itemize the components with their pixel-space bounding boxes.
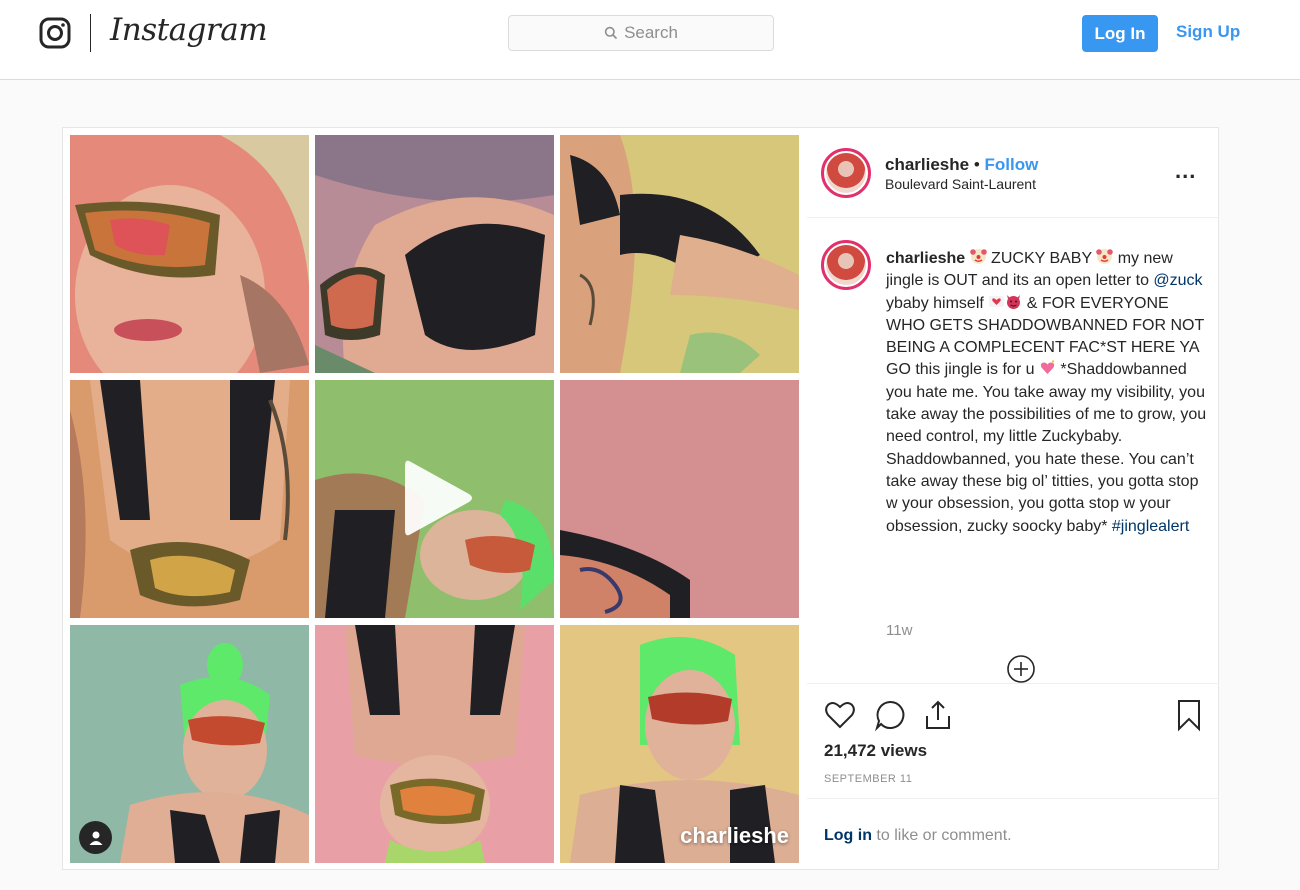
grid-tile-8 bbox=[315, 625, 554, 863]
clown-emoji-icon bbox=[1096, 249, 1114, 264]
login-prompt: Log in to like or comment. bbox=[807, 798, 1219, 869]
user-tag-icon bbox=[89, 831, 102, 845]
avatar[interactable] bbox=[821, 148, 871, 198]
bookmark-icon[interactable] bbox=[1172, 698, 1206, 732]
caption-username[interactable]: charlieshe bbox=[886, 250, 965, 267]
grid-tile-7 bbox=[70, 625, 309, 863]
post-side-panel: charlieshe • Follow Boulevard Saint-Laur… bbox=[807, 128, 1219, 869]
search-icon bbox=[604, 26, 618, 40]
more-icon[interactable]: ... bbox=[1175, 158, 1196, 184]
login-prompt-rest: to like or comment. bbox=[871, 827, 1012, 844]
top-navigation: Instagram Search Log In Sign Up bbox=[0, 0, 1300, 80]
photo-inverted bbox=[315, 625, 554, 863]
photo-face-sunglasses bbox=[70, 135, 309, 373]
mention-link[interactable]: @zuck bbox=[1153, 272, 1202, 289]
post-caption: charlieshe ZUCKY BABY my new jingle is O… bbox=[886, 248, 1211, 538]
photo-pink-wall bbox=[560, 380, 799, 618]
brand-divider bbox=[90, 14, 91, 52]
photo-upside-down bbox=[70, 380, 309, 618]
log-in-button[interactable]: Log In bbox=[1082, 15, 1158, 52]
location-link[interactable]: Boulevard Saint-Laurent bbox=[885, 176, 1036, 192]
author-username-link[interactable]: charlieshe bbox=[885, 155, 969, 174]
search-placeholder: Search bbox=[624, 23, 678, 42]
instagram-logo-icon[interactable] bbox=[38, 16, 72, 50]
comments-area: charlieshe ZUCKY BABY my new jingle is O… bbox=[807, 218, 1219, 683]
post-author: charlieshe • Follow bbox=[885, 155, 1038, 175]
grid-tile-5 bbox=[315, 380, 554, 618]
devil-emoji-icon bbox=[1007, 294, 1021, 309]
clown-emoji-icon bbox=[969, 249, 987, 264]
grid-tile-2 bbox=[315, 135, 554, 373]
follow-button[interactable]: Follow bbox=[985, 155, 1039, 174]
grid-tile-4 bbox=[70, 380, 309, 618]
share-icon[interactable] bbox=[921, 698, 955, 732]
caption-text-5: *Shaddowbanned you hate me. You take awa… bbox=[886, 361, 1207, 535]
separator-dot: • bbox=[969, 155, 985, 174]
login-prompt-text: Log in to like or comment. bbox=[824, 827, 1012, 845]
post-date: SEPTEMBER 11 bbox=[824, 773, 913, 785]
video-watermark: charlieshe bbox=[680, 823, 789, 848]
search-input[interactable]: Search bbox=[508, 15, 774, 51]
hashtag-link[interactable]: #jinglealert bbox=[1112, 518, 1189, 535]
grid-tile-9: charlieshe bbox=[560, 625, 799, 863]
caption-avatar[interactable] bbox=[821, 240, 871, 290]
heart-icon[interactable] bbox=[823, 698, 857, 732]
caption-text-1: ZUCKY BABY bbox=[986, 250, 1097, 267]
grid-tile-1 bbox=[70, 135, 309, 373]
photo-body-tattoos bbox=[560, 135, 799, 373]
grid-tile-6 bbox=[560, 380, 799, 618]
sign-up-link[interactable]: Sign Up bbox=[1176, 22, 1240, 42]
login-link[interactable]: Log in bbox=[824, 827, 872, 844]
load-more-icon[interactable] bbox=[1005, 653, 1037, 685]
caption-text-3: ybaby himself bbox=[886, 294, 989, 312]
instagram-wordmark[interactable]: Instagram bbox=[110, 12, 268, 48]
user-tag-badge[interactable] bbox=[79, 821, 112, 854]
post-actions: 21,472 views SEPTEMBER 11 bbox=[807, 683, 1219, 785]
photo-lying-down bbox=[315, 135, 554, 373]
post-media[interactable]: charlieshe bbox=[70, 135, 800, 863]
sparkle-heart-emoji-icon bbox=[1040, 360, 1055, 375]
grid-tile-3 bbox=[560, 135, 799, 373]
view-count[interactable]: 21,472 views bbox=[824, 741, 927, 761]
comment-icon[interactable] bbox=[873, 698, 907, 732]
heart-emoji-icon bbox=[989, 295, 1005, 307]
play-icon[interactable] bbox=[397, 456, 477, 540]
caption-timestamp: 11w bbox=[886, 622, 913, 639]
post-header: charlieshe • Follow Boulevard Saint-Laur… bbox=[807, 128, 1219, 218]
post-card: charlieshe charlieshe • Follow Boulevard… bbox=[62, 127, 1219, 870]
